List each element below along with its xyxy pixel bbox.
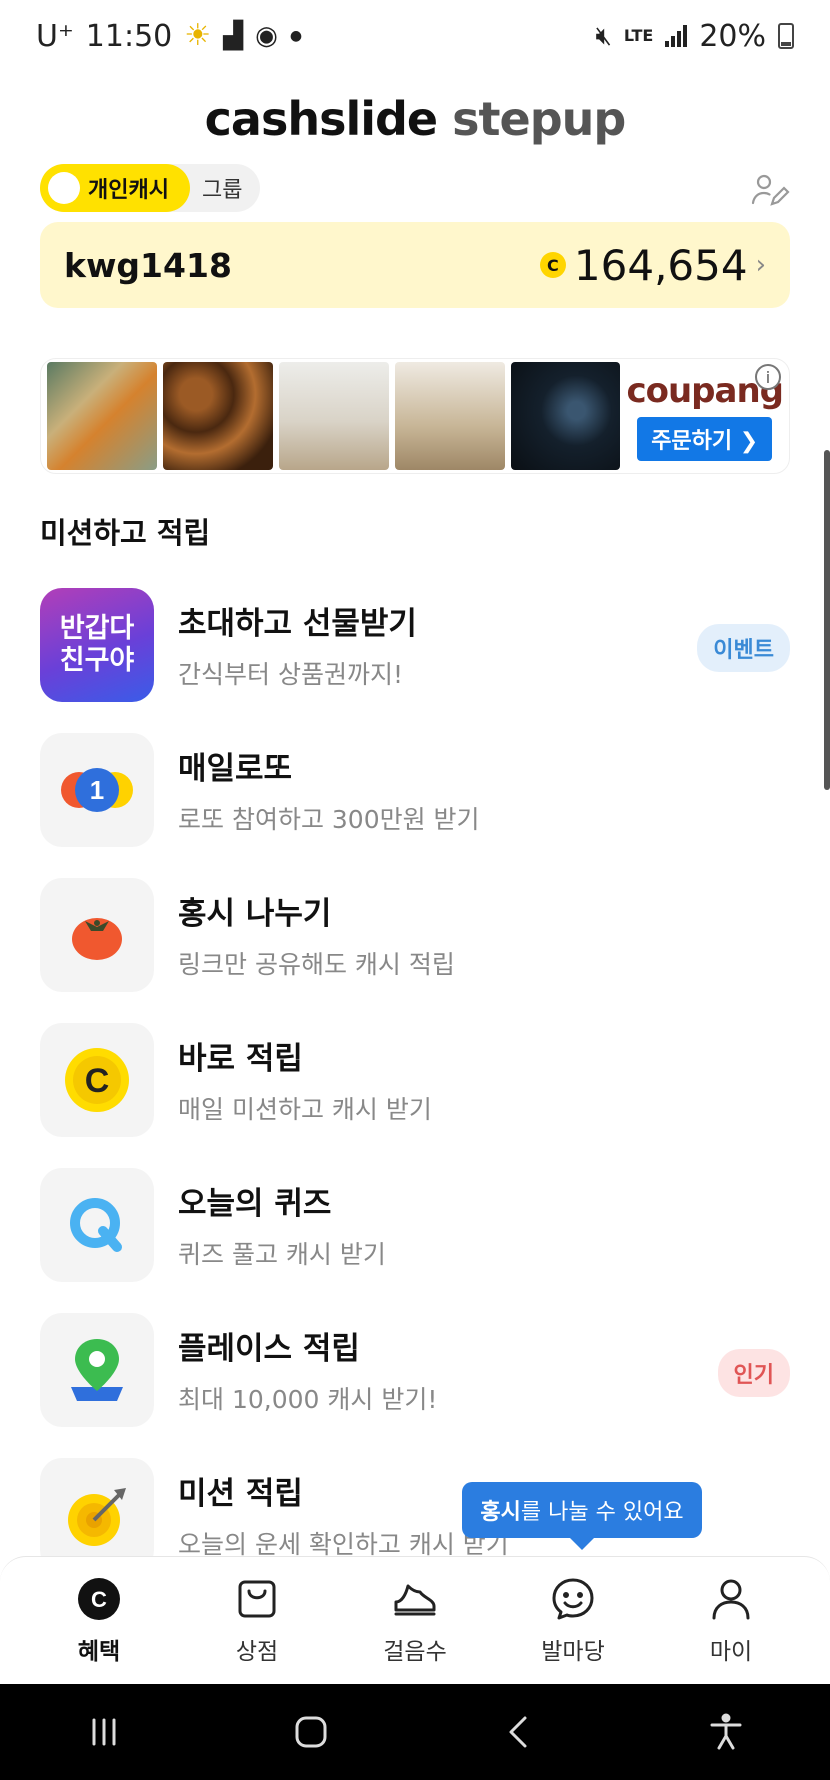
lte-label: LTE <box>623 25 654 45</box>
mission-title: 미션 적립 <box>178 1476 303 1512</box>
nav-label: 마이 <box>709 1638 753 1665</box>
order-button[interactable]: 주문하기 ❯ <box>637 417 773 461</box>
app-title-cashslide: cashslide <box>204 92 438 146</box>
svg-text:C: C <box>91 1587 107 1612</box>
coupang-ad[interactable]: coupang 주문하기 ❯ i <box>626 362 784 470</box>
mission-share-persimmon[interactable]: 홍시 나누기 링크만 공유해도 캐시 적립 <box>40 878 790 1023</box>
mission-place-cash[interactable]: 플레이스 적립 최대 10,000 캐시 받기! 인기 <box>40 1313 790 1458</box>
map-pin-icon <box>40 1313 154 1427</box>
mission-daily-lotto[interactable]: 1 매일로또 로또 참여하고 300만원 받기 <box>40 733 790 878</box>
nav-label: 상점 <box>235 1638 279 1665</box>
system-nav-bar <box>0 1684 830 1780</box>
mission-instant-cash[interactable]: C 바로 적립 매일 미션하고 캐시 받기 <box>40 1023 790 1168</box>
popular-badge: 인기 <box>717 1349 790 1397</box>
nav-community[interactable]: 발마당 <box>508 1576 638 1666</box>
status-right: 🔇︎ LTE 20% <box>596 19 794 54</box>
carrier-label: U⁺ <box>36 18 74 54</box>
ad-thumb-chestnuts[interactable] <box>162 362 273 470</box>
stairs-icon: ▟ <box>223 21 244 51</box>
quiz-icon <box>40 1168 154 1282</box>
scroll-indicator[interactable] <box>824 450 830 790</box>
status-left: U⁺ 11:50 ☀ ▟ ◉ ● <box>36 19 302 54</box>
segment-group[interactable]: 그룹 <box>190 172 242 204</box>
nav-steps[interactable]: 걸음수 <box>350 1576 480 1666</box>
sun-icon: ☀ <box>184 18 212 53</box>
status-bar: U⁺ 11:50 ☀ ▟ ◉ ● 🔇︎ LTE 20% <box>0 0 830 72</box>
battery-percent: 20% <box>699 18 766 54</box>
user-id: kwg1418 <box>64 245 232 285</box>
back-icon[interactable] <box>499 1712 539 1752</box>
section-title: 미션하고 적립 <box>40 516 211 550</box>
mission-subtitle: 간식부터 상품권까지! <box>178 660 403 689</box>
tooltip-bold: 홍시 <box>480 1500 521 1525</box>
segment-personal[interactable]: 개인캐시 <box>40 164 190 212</box>
mission-subtitle: 퀴즈 풀고 캐시 받기 <box>178 1240 386 1269</box>
home-icon[interactable] <box>291 1712 331 1752</box>
benefit-coin-icon: C <box>78 1577 120 1620</box>
mission-invite-friends[interactable]: 반갑다 친구야 초대하고 선물받기 간식부터 상품권까지! 이벤트 <box>40 588 790 733</box>
balance-card[interactable]: kwg1418 C 164,654 › <box>40 222 790 308</box>
target-icon <box>40 1458 154 1572</box>
coin-icon: C <box>539 252 566 278</box>
invite-friend-icon: 반갑다 친구야 <box>40 588 154 702</box>
ad-thumb-bed-frame[interactable] <box>394 362 505 470</box>
nav-label: 혜택 <box>77 1638 121 1665</box>
notification-dot-icon: ● <box>289 28 303 44</box>
mission-subtitle: 매일 미션하고 캐시 받기 <box>178 1095 432 1124</box>
mission-list: 반갑다 친구야 초대하고 선물받기 간식부터 상품권까지! 이벤트 1 매일로또… <box>40 588 790 1603</box>
balance-area[interactable]: C 164,654 › <box>539 240 766 290</box>
chevron-right-icon: › <box>755 250 766 280</box>
ad-banner[interactable]: coupang 주문하기 ❯ i <box>40 358 790 474</box>
shopping-bag-icon <box>238 1580 276 1617</box>
info-icon[interactable]: i <box>755 364 781 390</box>
coin-letter: C <box>85 1062 110 1100</box>
segment-personal-label: 개인캐시 <box>88 178 169 203</box>
profile-edit-icon[interactable] <box>750 170 790 210</box>
mission-title: 매일로또 <box>178 751 293 787</box>
signal-icon <box>665 25 688 47</box>
lotto-number: 1 <box>90 775 104 805</box>
time-label: 11:50 <box>85 18 173 54</box>
sneaker-icon <box>394 1584 436 1615</box>
nav-label: 걸음수 <box>383 1638 447 1665</box>
app-title-stepup: stepup <box>452 92 626 146</box>
mission-subtitle: 최대 10,000 캐시 받기! <box>178 1385 438 1414</box>
cash-type-toggle[interactable]: 개인캐시 그룹 <box>40 164 260 212</box>
smile-chat-icon <box>552 1578 594 1619</box>
battery-icon <box>778 23 794 49</box>
toggle-knob <box>48 172 80 204</box>
nav-benefit[interactable]: C 혜택 <box>34 1576 164 1666</box>
recent-apps-icon[interactable] <box>84 1712 124 1752</box>
app-title: cashslide stepup <box>0 92 830 146</box>
accessibility-icon[interactable] <box>706 1712 746 1752</box>
mission-title: 홍시 나누기 <box>178 896 332 932</box>
cash-coin-icon: C <box>40 1023 154 1137</box>
mission-title: 오늘의 퀴즈 <box>178 1186 332 1222</box>
mute-icon: 🔇︎ <box>595 21 612 51</box>
mission-subtitle: 로또 참여하고 300만원 받기 <box>178 805 480 834</box>
nav-shop[interactable]: 상점 <box>192 1576 322 1666</box>
lotto-icon: 1 <box>40 733 154 847</box>
tooltip-text: 를 나눌 수 있어요 <box>520 1500 684 1525</box>
ad-thumb-bed[interactable] <box>278 362 389 470</box>
camera-shutter-icon: ◉ <box>255 21 278 51</box>
nav-my[interactable]: 마이 <box>666 1576 796 1666</box>
person-icon <box>712 1579 750 1619</box>
mission-title: 플레이스 적립 <box>178 1331 360 1367</box>
mission-subtitle: 링크만 공유해도 캐시 적립 <box>178 950 455 979</box>
mission-title: 바로 적립 <box>178 1041 303 1077</box>
bottom-nav: C 혜택 상점 걸음수 발마당 마이 <box>0 1556 830 1684</box>
persimmon-icon <box>40 878 154 992</box>
cash-balance: 164,654 <box>573 240 748 290</box>
mission-title: 초대하고 선물받기 <box>178 606 417 642</box>
nav-label: 발마당 <box>541 1638 605 1665</box>
mission-daily-quiz[interactable]: 오늘의 퀴즈 퀴즈 풀고 캐시 받기 <box>40 1168 790 1313</box>
ad-thumb-koi-painting[interactable] <box>47 362 157 470</box>
ad-thumb-flashlight[interactable] <box>510 362 621 470</box>
event-badge: 이벤트 <box>697 624 790 672</box>
share-persimmon-tooltip[interactable]: 홍시 를 나눌 수 있어요 <box>462 1482 702 1550</box>
